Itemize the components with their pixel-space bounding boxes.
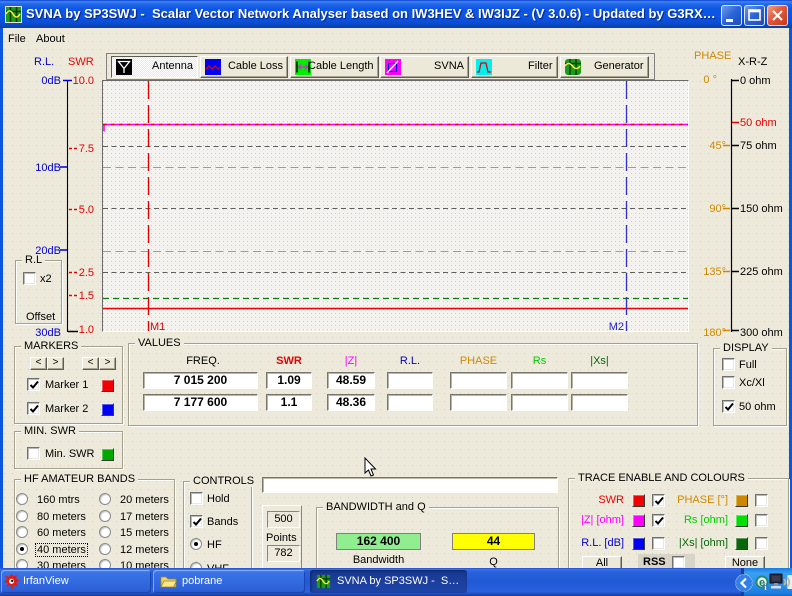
svg-text:M2: M2 xyxy=(609,321,624,331)
svg-text:M1: M1 xyxy=(150,321,165,331)
